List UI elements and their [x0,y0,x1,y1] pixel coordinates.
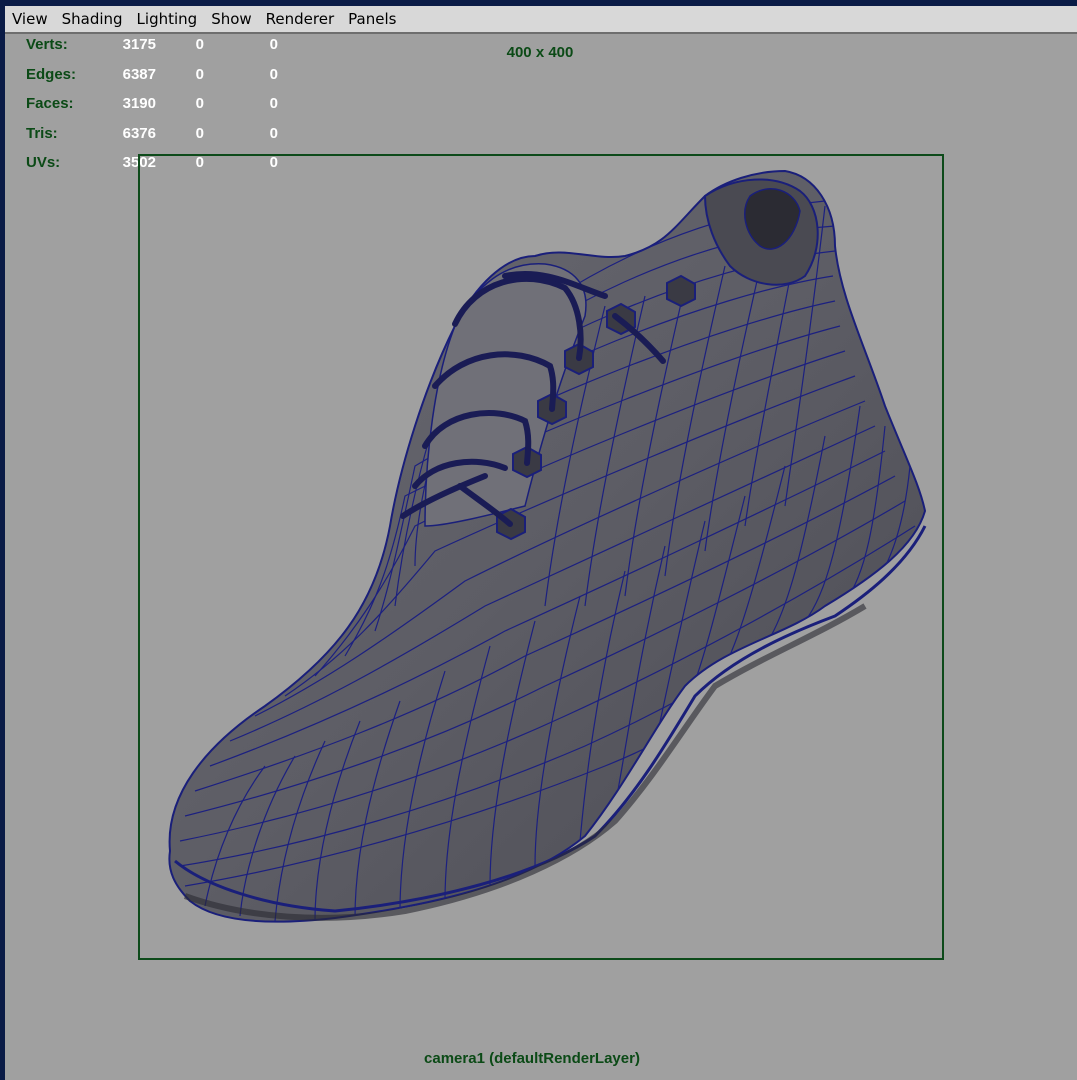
panel-menubar: View Shading Lighting Show Renderer Pane… [5,6,1077,34]
resolution-gate-frame [138,154,944,960]
menu-lighting[interactable]: Lighting [130,6,205,32]
hud-value: 0 [269,65,278,83]
menu-panels[interactable]: Panels [341,6,403,32]
menu-shading[interactable]: Shading [55,6,130,32]
hud-value: 6387 [122,65,156,83]
hud-value: 0 [195,95,204,112]
hud-value: 0 [269,124,278,142]
hud-value: 3190 [122,95,156,112]
menu-renderer[interactable]: Renderer [259,6,341,32]
hud-value: 3175 [122,36,156,53]
camera-name-label: camera1 (defaultRenderLayer) [424,1050,640,1067]
resolution-gate-label: 400 x 400 [506,44,574,61]
hud-label: UVs: [26,154,61,171]
hud-value: 0 [195,36,204,53]
hud-value: 0 [195,124,204,142]
hud-value: 0 [269,95,278,112]
menu-view[interactable]: View [5,6,55,32]
hud-value: 0 [195,65,204,83]
maya-viewport-panel[interactable]: View Shading Lighting Show Renderer Pane… [5,6,1077,1080]
hud-label: Edges: [26,65,77,83]
hud-label: Verts: [26,36,68,53]
hud-label: Tris: [26,124,58,142]
hud-value: 0 [269,36,278,53]
menu-show[interactable]: Show [204,6,258,32]
hud-value: 6376 [122,124,156,142]
hud-label: Faces: [26,95,74,112]
